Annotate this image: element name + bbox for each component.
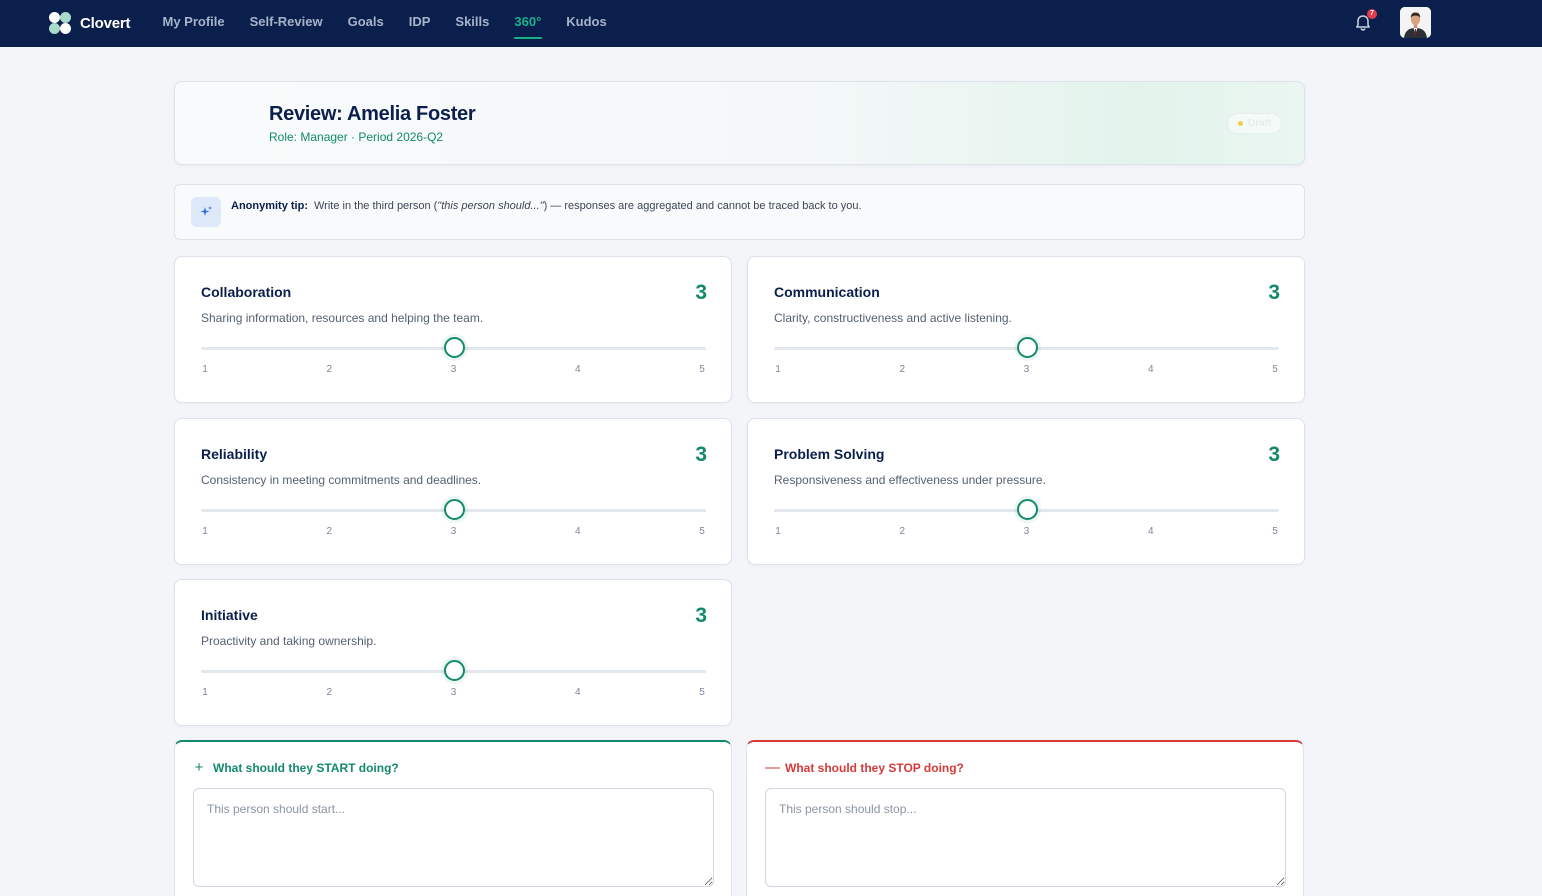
status-badge: Draft <box>1227 113 1283 134</box>
competency-name: Initiative <box>201 607 258 623</box>
start-doing-header: + What should they START doing? <box>193 759 399 776</box>
scale-tick-label: 4 <box>1147 364 1154 375</box>
score-value: 3 <box>695 281 707 304</box>
scale-tick-label: 5 <box>1272 364 1278 375</box>
scale-tick-label: 2 <box>899 364 906 375</box>
competency-name: Reliability <box>201 446 268 462</box>
anonymity-tip-banner: Anonymity tip: Write in the third person … <box>174 184 1305 240</box>
score-value: 3 <box>695 443 707 466</box>
rating-slider-thumb[interactable] <box>443 660 465 681</box>
stop-doing-header: — What should they STOP doing? <box>765 759 964 776</box>
scale-tick-label: 5 <box>699 364 705 375</box>
scale-tick-label: 1 <box>775 364 781 375</box>
competency-description: Clarity, constructiveness and active lis… <box>774 311 1012 325</box>
minus-icon: — <box>765 759 780 776</box>
score-value: 3 <box>695 604 707 627</box>
competency-description: Responsiveness and effectiveness under p… <box>774 473 1046 487</box>
nav-item-my-profile[interactable]: My Profile <box>150 0 237 47</box>
review-header-card: Review: Amelia Foster Role: Manager · Pe… <box>174 81 1305 165</box>
rating-card-communication: Communication Clarity, constructiveness … <box>747 256 1305 403</box>
scale-tick-label: 2 <box>326 687 333 698</box>
scale-tick-label: 1 <box>775 526 781 537</box>
review-role-period: Role: Manager · Period 2026-Q2 <box>269 130 444 144</box>
scale-tick-label: 5 <box>699 687 705 698</box>
tip-label: Anonymity tip: <box>231 200 308 212</box>
nav-item-self-review[interactable]: Self-Review <box>237 0 335 47</box>
scale-tick-label: 2 <box>326 364 333 375</box>
scale-tick-label: 4 <box>574 687 581 698</box>
nav-item-skills[interactable]: Skills <box>443 0 502 47</box>
rating-card-problem-solving: Problem Solving Responsiveness and effec… <box>747 418 1305 565</box>
tip-text-after: ) — responses are aggregated and cannot … <box>543 200 862 212</box>
rating-slider-thumb[interactable] <box>443 499 465 520</box>
stop-doing-textarea[interactable] <box>765 788 1286 887</box>
score-value: 3 <box>1268 443 1280 466</box>
scale-tick-label: 5 <box>1272 526 1278 537</box>
notification-count-badge: 7 <box>1367 9 1377 19</box>
status-label: Draft <box>1248 118 1272 129</box>
top-navigation-bar: Clovert My Profile Self-Review Goals IDP… <box>0 0 1542 47</box>
scale-tick-label: 1 <box>202 687 208 698</box>
nav-item-goals[interactable]: Goals <box>335 0 396 47</box>
scale-tick-label: 2 <box>899 526 906 537</box>
stop-doing-card: — What should they STOP doing? <box>746 740 1304 896</box>
rating-card-reliability: Reliability Consistency in meeting commi… <box>174 418 732 565</box>
rating-card-initiative: Initiative Proactivity and taking owners… <box>174 579 732 726</box>
app-logo[interactable]: Clovert <box>49 11 130 35</box>
tip-text: Anonymity tip: Write in the third person … <box>231 200 862 212</box>
stop-doing-title: What should they STOP doing? <box>785 760 964 775</box>
scale-tick-label: 3 <box>1023 364 1030 375</box>
scale-tick-label: 4 <box>574 364 581 375</box>
start-doing-title: What should they START doing? <box>213 760 399 775</box>
competency-description: Proactivity and taking ownership. <box>201 634 377 648</box>
competency-description: Consistency in meeting commitments and d… <box>201 473 482 487</box>
rating-slider-thumb[interactable] <box>1016 499 1038 520</box>
rating-card-collaboration: Collaboration Sharing information, resou… <box>174 256 732 403</box>
clover-logo-icon <box>49 12 71 34</box>
scale-tick-label: 3 <box>450 687 457 698</box>
user-avatar[interactable] <box>1400 7 1431 38</box>
tip-text-example: "this person should..." <box>437 200 544 212</box>
app-name: Clovert <box>80 14 131 32</box>
scale-tick-label: 3 <box>450 364 457 375</box>
scale-tick-label: 4 <box>574 526 581 537</box>
main-nav: My Profile Self-Review Goals IDP Skills … <box>150 0 619 47</box>
scale-tick-label: 5 <box>699 526 705 537</box>
competency-description: Sharing information, resources and helpi… <box>201 311 484 325</box>
nav-item-kudos[interactable]: Kudos <box>554 0 619 47</box>
competency-name: Problem Solving <box>774 446 885 462</box>
tip-text-before: Write in the third person ( <box>314 200 438 212</box>
review-title: Review: Amelia Foster <box>269 103 476 125</box>
sparkles-icon <box>191 197 221 227</box>
rating-slider-thumb[interactable] <box>443 337 465 358</box>
nav-item-360[interactable]: 360° <box>502 0 554 47</box>
start-doing-card: + What should they START doing? <box>174 740 732 896</box>
score-value: 3 <box>1268 281 1280 304</box>
rating-slider-thumb[interactable] <box>1016 337 1038 358</box>
status-dot-icon <box>1238 121 1243 126</box>
scale-tick-label: 4 <box>1147 526 1154 537</box>
nav-item-idp[interactable]: IDP <box>396 0 443 47</box>
scale-tick-label: 3 <box>450 526 457 537</box>
scale-tick-label: 1 <box>202 526 208 537</box>
start-doing-textarea[interactable] <box>193 788 714 887</box>
scale-tick-label: 2 <box>326 526 333 537</box>
competency-name: Communication <box>774 284 880 300</box>
competency-name: Collaboration <box>201 284 292 300</box>
scale-tick-label: 1 <box>202 364 208 375</box>
scale-tick-label: 3 <box>1023 526 1030 537</box>
plus-icon: + <box>194 759 204 776</box>
